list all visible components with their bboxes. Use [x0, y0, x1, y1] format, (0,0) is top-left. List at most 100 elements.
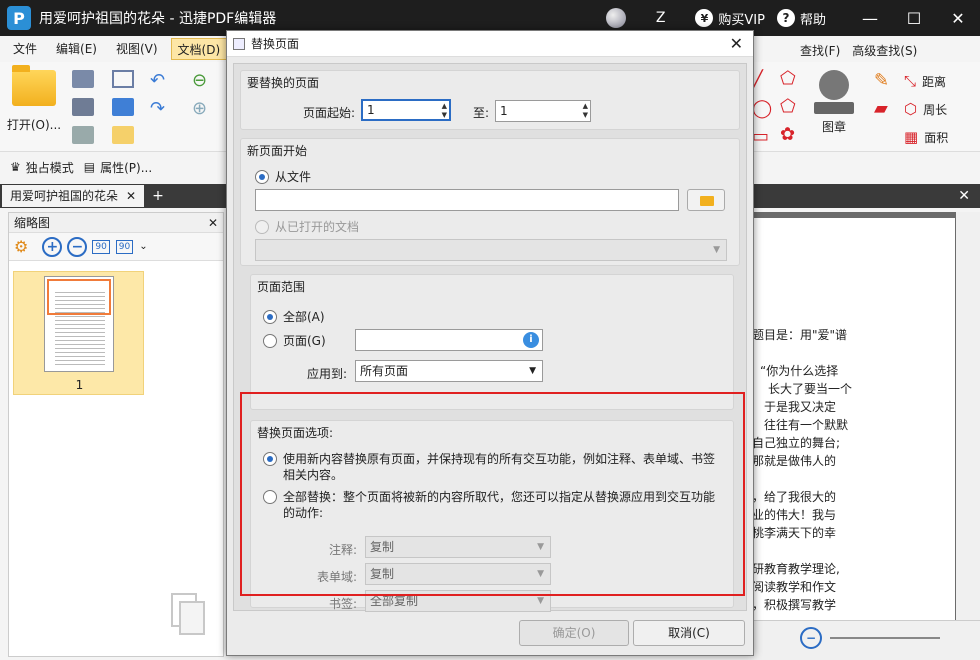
- doc-text-line: 往往有一个默默: [764, 418, 849, 432]
- spinner-arrows-icon[interactable]: ▲ ▼: [442, 102, 447, 120]
- page-end-spinner[interactable]: 1 ▲ ▼: [495, 100, 591, 122]
- to-label: 至:: [473, 106, 490, 120]
- document-page: 题目是：用"爱"谱 “你为什么选择 长大了要当一个 于是我又决定 往往有一个默默…: [750, 218, 955, 628]
- advanced-find-button[interactable]: 高级查找(S): [852, 42, 917, 59]
- rotate-left-icon[interactable]: 90: [92, 239, 110, 254]
- dialog-close-icon[interactable]: ✕: [730, 34, 743, 53]
- pages-to-replace-title: 要替换的页面: [247, 76, 320, 90]
- thumbnail-tools: ⚙ + − 90 90 ⌄: [9, 233, 223, 261]
- doc-text-line: 于是我又决定: [764, 400, 837, 414]
- crown-icon: ♛: [10, 160, 21, 174]
- close-all-tabs-icon[interactable]: ✕: [958, 188, 970, 204]
- stamp-icon: [819, 70, 849, 100]
- menu-file[interactable]: 文件: [7, 38, 43, 60]
- page-start-spinner[interactable]: 1 ▲ ▼: [361, 99, 451, 121]
- page-range-group: 页面范围 全部(A) 页面(G) i 应用到: 所有页面 ▼: [250, 274, 734, 410]
- settings-gear-icon[interactable]: ⚙: [14, 237, 28, 256]
- status-bar: −: [750, 620, 980, 660]
- zoom-slider[interactable]: [830, 637, 940, 639]
- zoom-in-icon[interactable]: +: [42, 236, 63, 257]
- close-window-icon[interactable]: ✕: [936, 0, 980, 36]
- back-icon[interactable]: ⊖: [192, 70, 214, 91]
- new-document-icon[interactable]: [112, 126, 134, 144]
- chevron-down-icon: ▼: [713, 245, 720, 255]
- new-page-start-group: 新页面开始 从文件 从已打开的文档 ▼: [240, 138, 740, 266]
- doc-text-line: [750, 470, 955, 488]
- document-tab[interactable]: 用爱呵护祖国的花朵 ✕: [2, 185, 145, 207]
- apply-to-select[interactable]: 所有页面 ▼: [355, 360, 543, 382]
- dialog-window-icon: [233, 37, 245, 50]
- browse-file-button[interactable]: [687, 189, 725, 211]
- save-icon[interactable]: [72, 70, 94, 88]
- eraser-icon[interactable]: ▰: [874, 98, 888, 119]
- pentagon-icon[interactable]: ⬠: [780, 96, 796, 117]
- pencil-icon[interactable]: ✎: [874, 70, 889, 91]
- area-tool[interactable]: ▦ 面积: [904, 128, 948, 146]
- rectangle-icon[interactable]: ▭: [752, 126, 769, 147]
- maximize-icon[interactable]: ☐: [892, 0, 936, 36]
- perimeter-tool[interactable]: ⬡ 周长: [904, 100, 947, 118]
- rotate-right-icon[interactable]: 90: [115, 239, 134, 254]
- from-open-document-radio[interactable]: 从已打开的文档: [255, 219, 359, 235]
- globe-icon[interactable]: [605, 8, 626, 28]
- tab-close-icon[interactable]: ✕: [126, 189, 136, 203]
- chevron-down-icon[interactable]: ⌄: [139, 241, 147, 252]
- open-label: 打开(O)...: [6, 118, 62, 132]
- stamp-button[interactable]: 图章: [812, 70, 856, 135]
- buy-vip-button[interactable]: 购买VIP: [718, 9, 765, 28]
- help-icon[interactable]: ?: [776, 9, 795, 27]
- replace-pages-dialog: 替换页面 ✕ 要替换的页面 页面起始: 1 ▲ ▼ 至: 1 ▲ ▼ 新页面开始 从…: [226, 30, 754, 656]
- doc-text-line: ，积极撰写教学: [752, 598, 837, 612]
- all-pages-radio[interactable]: 全部(A): [263, 309, 325, 325]
- spinner-arrows-icon[interactable]: ▲ ▼: [583, 102, 588, 120]
- add-tab-icon[interactable]: +: [152, 188, 164, 204]
- open-button[interactable]: 打开(O)...: [6, 65, 62, 133]
- yen-icon[interactable]: ¥: [695, 9, 714, 27]
- email-icon[interactable]: [112, 70, 134, 88]
- zoom-out-icon[interactable]: −: [67, 236, 88, 257]
- user-account[interactable]: Z: [656, 10, 666, 26]
- cloud-icon[interactable]: ✿: [780, 124, 795, 145]
- scan-icon[interactable]: [112, 98, 134, 116]
- help-button[interactable]: 帮助: [800, 9, 826, 28]
- menu-view[interactable]: 视图(V): [110, 38, 164, 60]
- cancel-button[interactable]: 取消(C): [633, 620, 745, 646]
- chevron-down-icon: ▼: [529, 366, 536, 376]
- undo-icon[interactable]: ↶: [150, 70, 172, 91]
- find-button[interactable]: 查找(F): [800, 42, 840, 59]
- properties-icon: ▤: [83, 160, 96, 174]
- new-page-start-title: 新页面开始: [247, 144, 308, 158]
- pages-radio[interactable]: 页面(G): [263, 333, 326, 349]
- forward-icon[interactable]: ⊕: [192, 98, 214, 119]
- doc-text-line: [750, 344, 955, 362]
- viewport-frame: [47, 279, 111, 315]
- minimize-icon[interactable]: —: [848, 0, 892, 36]
- export-icon[interactable]: [72, 126, 94, 144]
- thumbnail-title: 缩略图: [14, 216, 51, 230]
- panel-close-icon[interactable]: ✕: [208, 213, 218, 233]
- polygon-icon[interactable]: ⬠: [780, 68, 796, 89]
- doc-text-line: 业的伟大！我与: [752, 508, 837, 522]
- from-file-radio[interactable]: 从文件: [255, 169, 311, 185]
- info-icon[interactable]: i: [523, 332, 539, 348]
- open-document-select[interactable]: ▼: [255, 239, 727, 261]
- distance-tool[interactable]: ⤡ 距离: [904, 72, 946, 90]
- redo-icon[interactable]: ↷: [150, 98, 172, 119]
- document-view: 题目是：用"爱"谱 “你为什么选择 长大了要当一个 于是我又决定 往往有一个默默…: [750, 212, 980, 660]
- zoom-out-status-icon[interactable]: −: [800, 627, 822, 649]
- ok-button[interactable]: 确定(O): [519, 620, 629, 646]
- properties-button[interactable]: ▤ 属性(P)...: [84, 159, 152, 176]
- file-path-input[interactable]: [255, 189, 679, 211]
- menu-document[interactable]: 文档(D): [170, 38, 228, 60]
- solo-mode-button[interactable]: ♛ 独占模式: [10, 159, 74, 176]
- menu-edit[interactable]: 编辑(E): [50, 38, 103, 60]
- page-thumbnail[interactable]: 1: [13, 271, 144, 395]
- ellipse-icon[interactable]: ◯: [752, 98, 772, 119]
- page-range-input[interactable]: i: [355, 329, 543, 351]
- page-range-title: 页面范围: [257, 280, 306, 294]
- vertical-scrollbar[interactable]: [956, 212, 980, 660]
- thumbnail-page-number: 1: [75, 378, 84, 392]
- doc-text-line: ，给了我很大的: [752, 490, 837, 504]
- thumbnail-panel: 缩略图 ✕ ⚙ + − 90 90 ⌄ 1: [8, 212, 224, 657]
- print-icon[interactable]: [72, 98, 94, 116]
